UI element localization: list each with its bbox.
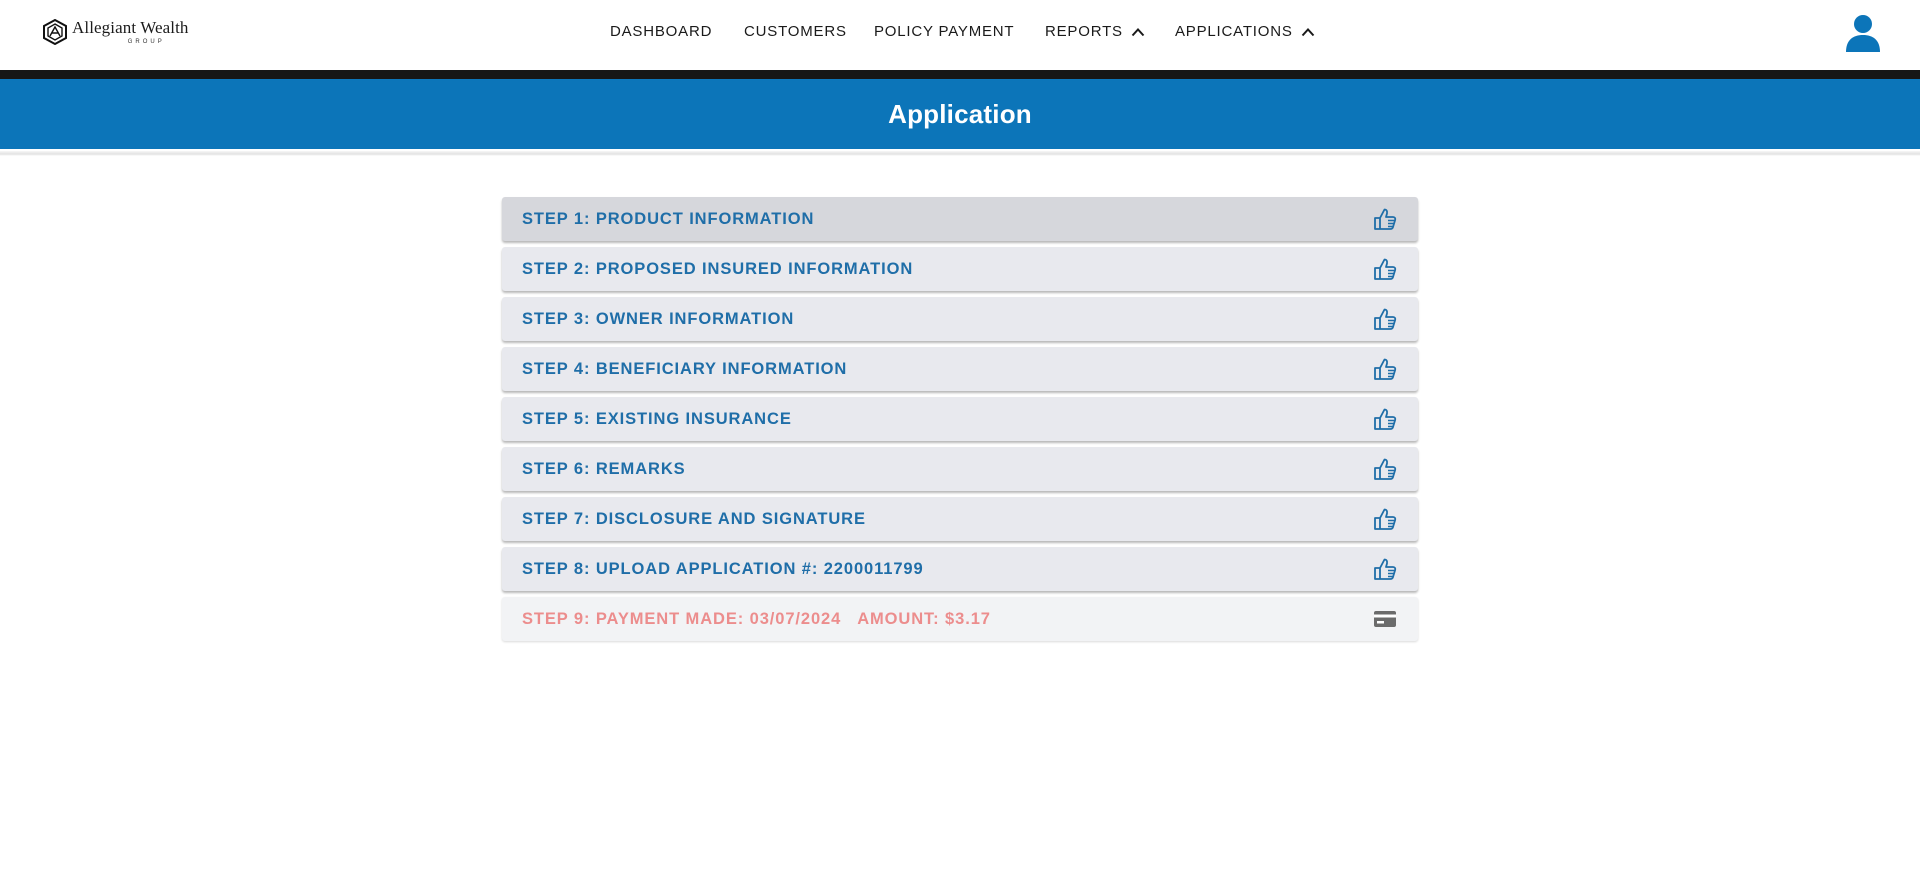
payment-date-label: STEP 9: PAYMENT MADE: 03/07/2024 bbox=[522, 609, 842, 628]
top-navigation-bar: Allegiant Wealth GROUP DASHBOARD CUSTOME… bbox=[0, 0, 1920, 70]
step-label: STEP 4: BENEFICIARY INFORMATION bbox=[522, 359, 848, 378]
nav-item-label: DASHBOARD bbox=[610, 23, 713, 40]
page-title-bar: Application bbox=[0, 79, 1920, 149]
thumbs-up-icon bbox=[1374, 308, 1397, 330]
nav-item-label: CUSTOMERS bbox=[744, 23, 847, 40]
nav-item-label: APPLICATIONS bbox=[1175, 23, 1293, 40]
chevron-up-icon bbox=[1301, 27, 1314, 36]
step-beneficiary-information[interactable]: STEP 4: BENEFICIARY INFORMATION bbox=[502, 347, 1418, 391]
step-owner-information[interactable]: STEP 3: OWNER INFORMATION bbox=[502, 297, 1418, 341]
thumbs-up-icon bbox=[1374, 558, 1397, 580]
user-icon[interactable] bbox=[1845, 14, 1881, 52]
nav-item-reports[interactable]: REPORTS bbox=[1045, 23, 1145, 40]
payment-step-text: STEP 9: PAYMENT MADE: 03/07/2024 AMOUNT: … bbox=[522, 610, 991, 629]
chevron-up-icon bbox=[1131, 27, 1145, 36]
thumbs-up-icon bbox=[1374, 458, 1397, 480]
payment-amount: AMOUNT: $3.17 bbox=[857, 609, 991, 628]
header-divider bbox=[0, 70, 1920, 79]
application-steps: STEP 1: PRODUCT INFORMATION STEP 2: PROP… bbox=[502, 197, 1418, 647]
nav-item-dashboard[interactable]: DASHBOARD bbox=[610, 23, 712, 40]
step-disclosure-and-signature[interactable]: STEP 7: DISCLOSURE AND SIGNATURE bbox=[502, 497, 1418, 541]
step-label: STEP 6: REMARKS bbox=[522, 459, 686, 478]
thumbs-up-icon bbox=[1374, 508, 1397, 530]
thumbs-up-icon bbox=[1374, 258, 1397, 280]
step-label: STEP 3: OWNER INFORMATION bbox=[522, 309, 795, 328]
nav-item-policy-payment[interactable]: POLICY PAYMENT bbox=[874, 23, 1014, 40]
thumbs-up-icon bbox=[1374, 358, 1397, 380]
step-product-information[interactable]: STEP 1: PRODUCT INFORMATION bbox=[502, 197, 1418, 241]
thumbs-up-icon bbox=[1374, 208, 1397, 230]
step-payment[interactable]: STEP 9: PAYMENT MADE: 03/07/2024 AMOUNT: … bbox=[502, 597, 1418, 641]
step-label: STEP 2: PROPOSED INSURED INFORMATION bbox=[522, 259, 914, 278]
thumbs-up-icon bbox=[1374, 408, 1397, 430]
nav-item-label: REPORTS bbox=[1045, 23, 1123, 40]
page-title: Application bbox=[888, 98, 1032, 129]
title-bar-shadow bbox=[0, 149, 1920, 156]
step-label: STEP 5: EXISTING INSURANCE bbox=[522, 409, 792, 428]
step-label: STEP 7: DISCLOSURE AND SIGNATURE bbox=[522, 509, 866, 528]
main-menu: DASHBOARD CUSTOMERS POLICY PAYMENT REPOR… bbox=[0, 0, 1920, 66]
nav-item-customers[interactable]: CUSTOMERS bbox=[744, 23, 847, 40]
step-remarks[interactable]: STEP 6: REMARKS bbox=[502, 447, 1418, 491]
nav-item-applications[interactable]: APPLICATIONS bbox=[1175, 23, 1315, 40]
step-upload-application[interactable]: STEP 8: UPLOAD APPLICATION #: 2200011799 bbox=[502, 547, 1418, 591]
step-label: STEP 1: PRODUCT INFORMATION bbox=[522, 209, 815, 228]
step-label: STEP 8: UPLOAD APPLICATION #: 2200011799 bbox=[522, 559, 924, 578]
step-proposed-insured-information[interactable]: STEP 2: PROPOSED INSURED INFORMATION bbox=[502, 247, 1418, 291]
nav-item-label: POLICY PAYMENT bbox=[874, 23, 1015, 40]
step-existing-insurance[interactable]: STEP 5: EXISTING INSURANCE bbox=[502, 397, 1418, 441]
credit-card-icon bbox=[1374, 611, 1396, 627]
